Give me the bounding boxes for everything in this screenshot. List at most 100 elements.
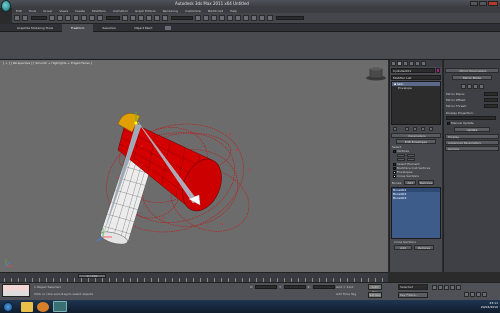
menu-maxscript[interactable]: MAXScript <box>208 9 223 13</box>
remove-cross-section-button[interactable]: Remove <box>414 245 434 250</box>
x-coordinate-field[interactable] <box>255 285 278 289</box>
vertices-checkbox[interactable] <box>393 149 396 153</box>
tab-graphite[interactable]: Graphite Modeling Tools <box>8 26 62 30</box>
menu-customize[interactable]: Customize <box>185 9 201 13</box>
remove-bone-button[interactable]: Remove <box>418 180 435 185</box>
mirror-thresh-field[interactable] <box>484 104 498 108</box>
orbit-icon[interactable] <box>476 292 481 297</box>
go-to-end-icon[interactable] <box>456 285 461 290</box>
menu-graph-editors[interactable]: Graph Editors <box>135 9 156 13</box>
timeline[interactable]: 0 / 100 <box>0 272 388 282</box>
display-rollout[interactable]: Display <box>445 134 499 139</box>
update-button[interactable]: Update <box>454 127 490 132</box>
create-tab-icon[interactable] <box>391 61 396 66</box>
render-preset-dropdown[interactable] <box>276 16 304 20</box>
tab-selection[interactable]: Selection <box>93 26 125 30</box>
shrink-button[interactable] <box>397 154 405 157</box>
taskbar-3dsmax-icon[interactable] <box>53 301 67 312</box>
object-name-field[interactable]: Cylinder001 <box>391 68 435 73</box>
start-button-icon[interactable] <box>3 301 13 312</box>
menu-create[interactable]: Create <box>75 9 85 13</box>
edit-envelopes-button[interactable]: Edit Envelopes <box>396 139 436 144</box>
tab-freeform[interactable]: Freeform <box>62 23 94 32</box>
prev-frame-icon[interactable] <box>438 285 443 290</box>
add-cross-section-button[interactable]: Add <box>394 245 412 250</box>
menu-help[interactable]: Help <box>230 9 237 13</box>
scale-icon[interactable] <box>97 15 103 21</box>
curve-editor-icon[interactable] <box>227 15 233 21</box>
maximize-viewport-icon[interactable] <box>482 292 487 297</box>
menu-group[interactable]: Group <box>43 9 52 13</box>
paste-green-to-blue-icon[interactable] <box>466 84 472 89</box>
remove-modifier-icon[interactable] <box>421 127 425 131</box>
selected-dropdown[interactable]: Selected <box>398 284 428 290</box>
material-editor-icon[interactable] <box>243 15 249 21</box>
envelopes-checkbox[interactable] <box>393 170 396 174</box>
reference-coord-dropdown[interactable] <box>106 16 120 20</box>
modifier-list-dropdown[interactable]: Modifier List <box>391 75 441 80</box>
gizmos-rollout[interactable]: Gizmos <box>445 146 499 151</box>
mirror-mode-button[interactable]: Mirror Mode <box>452 75 492 80</box>
play-icon[interactable] <box>444 285 449 290</box>
key-filters-button[interactable]: Key Filters... <box>398 292 428 298</box>
next-frame-icon[interactable] <box>450 285 455 290</box>
snaps-icon[interactable] <box>138 15 144 21</box>
modify-tab-icon[interactable] <box>397 61 402 66</box>
manual-update-checkbox[interactable] <box>447 121 450 125</box>
paste-blue-to-green-icon[interactable] <box>472 84 478 89</box>
named-selection-dropdown[interactable] <box>171 16 193 20</box>
redo-icon[interactable] <box>22 15 28 21</box>
ribbon-toggle-icon[interactable] <box>165 25 172 30</box>
render-setup-icon[interactable] <box>251 15 257 21</box>
pan-icon[interactable] <box>470 292 475 297</box>
mirror-parameters-rollout[interactable]: Mirror Parameters <box>445 68 499 73</box>
mirror-offset-field[interactable] <box>484 98 498 102</box>
display-tab-icon[interactable] <box>415 61 420 66</box>
setkey-button[interactable]: Set Key <box>368 292 382 298</box>
schematic-view-icon[interactable] <box>235 15 241 21</box>
z-coordinate-field[interactable] <box>312 285 335 289</box>
menu-edit[interactable]: Edit <box>16 9 22 13</box>
backface-cull-checkbox[interactable] <box>393 166 396 170</box>
motion-tab-icon[interactable] <box>409 61 414 66</box>
configure-sets-icon[interactable] <box>429 127 433 131</box>
ring-button[interactable] <box>397 158 405 161</box>
angle-snap-icon[interactable] <box>146 15 152 21</box>
mirror-plane-dropdown[interactable] <box>484 92 498 96</box>
utilities-tab-icon[interactable] <box>421 61 426 66</box>
taskbar-media-icon[interactable] <box>37 301 49 312</box>
window-crossing-icon[interactable] <box>73 15 79 21</box>
bones-list[interactable]: Bone001 Bone002 Bone003 <box>391 187 441 239</box>
rect-selection-icon[interactable] <box>65 15 71 21</box>
manipulate-icon[interactable] <box>130 15 136 21</box>
tab-object-paint[interactable]: Object Paint <box>125 26 161 30</box>
cross-sections-checkbox[interactable] <box>393 174 396 178</box>
spinner-snap-icon[interactable] <box>162 15 168 21</box>
percent-snap-icon[interactable] <box>154 15 160 21</box>
paste-blue-to-green-verts-icon[interactable] <box>478 84 484 89</box>
maximize-button[interactable] <box>479 1 487 6</box>
rotate-icon[interactable] <box>89 15 95 21</box>
move-icon[interactable] <box>81 15 87 21</box>
grow-button[interactable] <box>407 154 415 157</box>
loop-button[interactable] <box>407 158 415 161</box>
rendered-frame-icon[interactable] <box>259 15 265 21</box>
autokey-button[interactable]: Auto Key <box>368 284 382 294</box>
display-projection-dropdown[interactable] <box>446 116 496 120</box>
advanced-parameters-rollout[interactable]: Advanced Parameters <box>445 140 499 145</box>
pivot-icon[interactable] <box>122 15 128 21</box>
pin-stack-icon[interactable] <box>393 127 397 131</box>
align-icon[interactable] <box>203 15 209 21</box>
app-logo-icon[interactable] <box>1 0 11 12</box>
select-by-name-icon[interactable] <box>57 15 63 21</box>
stack-item-envelope[interactable]: Envelope <box>392 86 440 90</box>
select-element-checkbox[interactable] <box>393 162 396 166</box>
mirror-icon[interactable] <box>195 15 201 21</box>
undo-icon[interactable] <box>14 15 20 21</box>
perspective-viewport[interactable]: [ + ] [ Perspective ] [ Smooth + Highlig… <box>0 60 388 272</box>
graphite-toggle-icon[interactable] <box>219 15 225 21</box>
zoom-icon[interactable] <box>464 292 469 297</box>
hierarchy-tab-icon[interactable] <box>403 61 408 66</box>
list-item[interactable]: Bone003 <box>392 196 440 200</box>
selection-filter-dropdown[interactable] <box>31 16 47 20</box>
